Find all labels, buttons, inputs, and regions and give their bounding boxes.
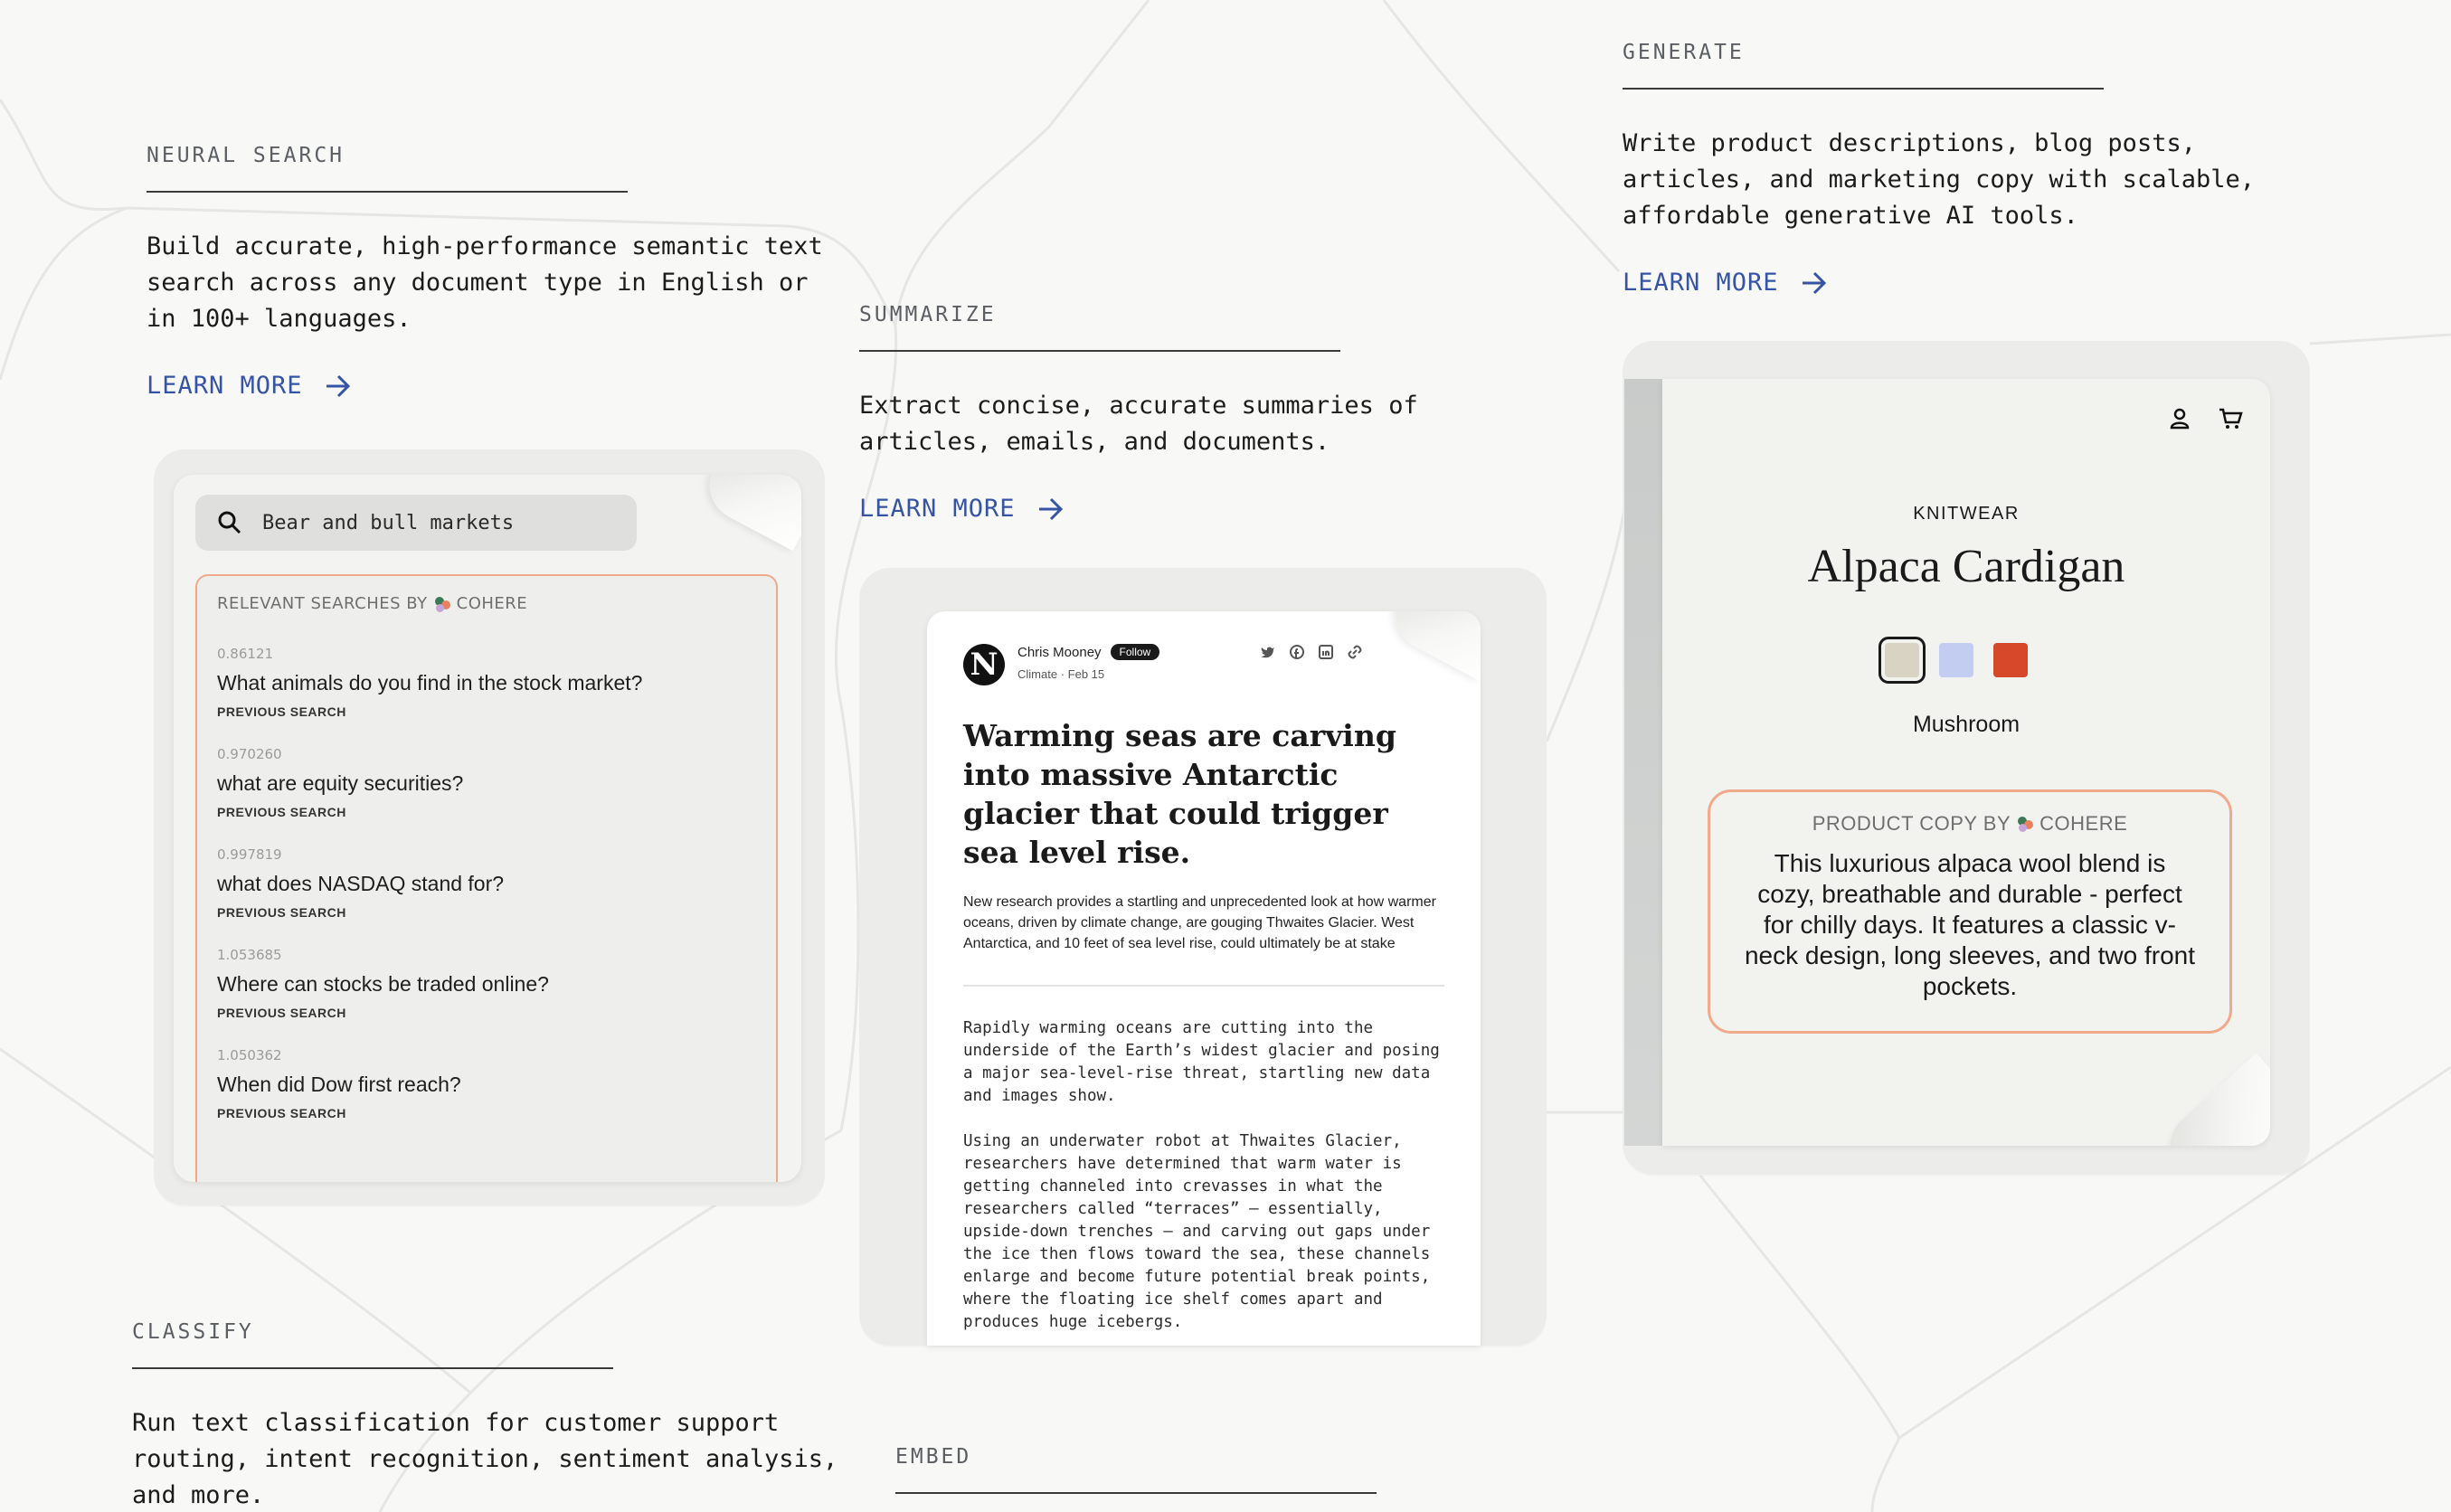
result-text: what does NASDAQ stand for? xyxy=(217,872,505,895)
search-results-panel: RELEVANT SEARCHES BY COHERE 0.86121 What… xyxy=(195,574,778,1182)
generate-section: GENERATE Write product descriptions, blo… xyxy=(1623,41,2310,297)
article-divider xyxy=(963,985,1444,987)
share-icons xyxy=(1260,644,1363,660)
embed-section: EMBED xyxy=(895,1445,1528,1494)
article-headline: Warming seas are carving into massive An… xyxy=(963,718,1396,870)
section-eyebrow: SUMMARIZE xyxy=(859,303,1340,352)
learn-more-link[interactable]: LEARN MORE xyxy=(859,495,1065,523)
result-text: What animals do you find in the stock ma… xyxy=(217,671,643,695)
search-demo-sheet: Bear and bull markets RELEVANT SEARCHES … xyxy=(174,475,801,1182)
section-description: Extract concise, accurate summaries of a… xyxy=(859,392,1418,456)
search-result-item[interactable]: 0.86121 What animals do you find in the … xyxy=(217,646,756,719)
swatch-rust[interactable] xyxy=(1993,643,2028,677)
article-author-row: N Chris Mooney Follow Climate · Feb 15 xyxy=(963,644,1444,685)
search-result-item[interactable]: 0.970260 what are equity securities? PRE… xyxy=(217,746,756,819)
selected-swatch-name: Mushroom xyxy=(1912,712,2020,737)
product-copy-text: This luxurious alpaca wool blend is cozy… xyxy=(1744,849,2196,1000)
section-eyebrow: EMBED xyxy=(895,1445,1377,1494)
result-score: 0.970260 xyxy=(217,746,282,762)
results-heading-prefix: RELEVANT SEARCHES BY xyxy=(217,594,428,613)
author-name-row: Chris Mooney Follow xyxy=(1017,644,1160,660)
author-meta: Chris Mooney Follow Climate · Feb 15 xyxy=(1017,644,1160,681)
linkedin-icon[interactable] xyxy=(1318,644,1334,660)
learn-more-link[interactable]: LEARN MORE xyxy=(147,372,352,400)
arrow-right-icon xyxy=(326,374,350,397)
swatch-mushroom[interactable] xyxy=(1878,637,1926,684)
result-tag: PREVIOUS SEARCH xyxy=(217,1006,346,1020)
section-eyebrow: CLASSIFY xyxy=(132,1320,613,1369)
results-heading: RELEVANT SEARCHES BY COHERE xyxy=(217,594,756,613)
shop-header-icons xyxy=(2167,406,2243,431)
search-demo-card: Bear and bull markets RELEVANT SEARCHES … xyxy=(154,449,825,1205)
product-copy-box: PRODUCT COPY BY COHERE This luxurious al… xyxy=(1708,789,2232,1034)
article-dek: New research provides a startling and un… xyxy=(963,894,1436,951)
search-icon xyxy=(218,511,241,534)
arrow-right-icon xyxy=(1802,271,1826,294)
article-date: Feb 15 xyxy=(1067,667,1105,681)
article: N Chris Mooney Follow Climate · Feb 15 W… xyxy=(963,644,1444,1346)
section-description: Build accurate, high-performance semanti… xyxy=(147,232,823,333)
author-name[interactable]: Chris Mooney xyxy=(1017,645,1102,660)
generate-demo-card: KNITWEAR Alpaca Cardigan Mushroom PRODUC… xyxy=(1623,341,2310,1175)
cart-icon[interactable] xyxy=(2218,406,2243,431)
search-result-item[interactable]: 1.053685 Where can stocks be traded onli… xyxy=(217,947,756,1020)
meta-separator: · xyxy=(1060,667,1065,681)
summarize-demo-card: N Chris Mooney Follow Climate · Feb 15 W… xyxy=(859,568,1547,1346)
result-score: 1.053685 xyxy=(217,947,282,963)
result-tag: PREVIOUS SEARCH xyxy=(217,905,346,920)
result-score: 0.86121 xyxy=(217,646,274,662)
cohere-logo-icon xyxy=(433,595,451,613)
twitter-icon[interactable] xyxy=(1260,644,1276,660)
article-meta: Climate · Feb 15 xyxy=(1017,667,1159,681)
article-sheet: N Chris Mooney Follow Climate · Feb 15 W… xyxy=(927,611,1481,1346)
search-result-item[interactable]: 1.050362 When did Dow first reach? PREVI… xyxy=(217,1047,756,1120)
section-eyebrow: NEURAL SEARCH xyxy=(147,144,628,193)
color-swatches xyxy=(1878,637,2028,684)
neural-search-section: NEURAL SEARCH Build accurate, high-perfo… xyxy=(147,144,834,400)
product-page-sheet: KNITWEAR Alpaca Cardigan Mushroom PRODUC… xyxy=(1662,379,2270,1146)
result-tag: PREVIOUS SEARCH xyxy=(217,704,346,719)
cohere-logo-icon xyxy=(2016,815,2034,833)
follow-button[interactable]: Follow xyxy=(1110,644,1160,660)
learn-more-label: LEARN MORE xyxy=(147,372,303,400)
link-icon[interactable] xyxy=(1347,644,1363,660)
result-score: 0.997819 xyxy=(217,846,282,863)
search-query: Bear and bull markets xyxy=(262,511,515,534)
results-brand: COHERE xyxy=(456,594,528,613)
article-paragraph: Using an underwater robot at Thwaites Gl… xyxy=(963,1132,1431,1331)
search-input[interactable]: Bear and bull markets xyxy=(195,495,637,551)
article-body: Rapidly warming oceans are cutting into … xyxy=(963,1017,1444,1334)
article-category[interactable]: Climate xyxy=(1017,667,1057,681)
learn-more-label: LEARN MORE xyxy=(859,495,1016,523)
summarize-section: SUMMARIZE Extract concise, accurate summ… xyxy=(859,303,1492,523)
page-curl-decoration xyxy=(2155,1053,2270,1146)
learn-more-link[interactable]: LEARN MORE xyxy=(1623,269,1828,297)
search-result-item[interactable]: 0.997819 what does NASDAQ stand for? PRE… xyxy=(217,846,756,920)
swatch-periwinkle[interactable] xyxy=(1939,643,1973,677)
facebook-icon[interactable] xyxy=(1289,644,1305,660)
result-text: what are equity securities? xyxy=(217,771,464,795)
result-text: When did Dow first reach? xyxy=(217,1073,461,1096)
result-tag: PREVIOUS SEARCH xyxy=(217,1106,346,1120)
publisher-logo: N xyxy=(963,644,1005,685)
product-image-strip xyxy=(1624,379,1662,1146)
product-category: KNITWEAR xyxy=(1913,504,2020,524)
result-tag: PREVIOUS SEARCH xyxy=(217,805,346,819)
copy-heading-prefix: PRODUCT COPY BY xyxy=(1812,812,2011,835)
learn-more-label: LEARN MORE xyxy=(1623,269,1779,297)
arrow-right-icon xyxy=(1038,497,1063,520)
result-text: Where can stocks be traded online? xyxy=(217,972,549,996)
page-curl-decoration xyxy=(696,475,801,552)
copy-brand: COHERE xyxy=(2039,812,2128,835)
product-copy-heading: PRODUCT COPY BY COHERE xyxy=(1743,812,2197,836)
account-icon[interactable] xyxy=(2167,406,2192,431)
classify-section: CLASSIFY Run text classification for cus… xyxy=(132,1320,856,1512)
section-description: Run text classification for customer sup… xyxy=(132,1409,838,1509)
section-eyebrow: GENERATE xyxy=(1623,41,2104,90)
article-paragraph: Rapidly warming oceans are cutting into … xyxy=(963,1019,1440,1105)
product-name: Alpaca Cardigan xyxy=(1807,541,2125,592)
result-score: 1.050362 xyxy=(217,1047,282,1063)
section-description: Write product descriptions, blog posts, … xyxy=(1623,129,2255,230)
